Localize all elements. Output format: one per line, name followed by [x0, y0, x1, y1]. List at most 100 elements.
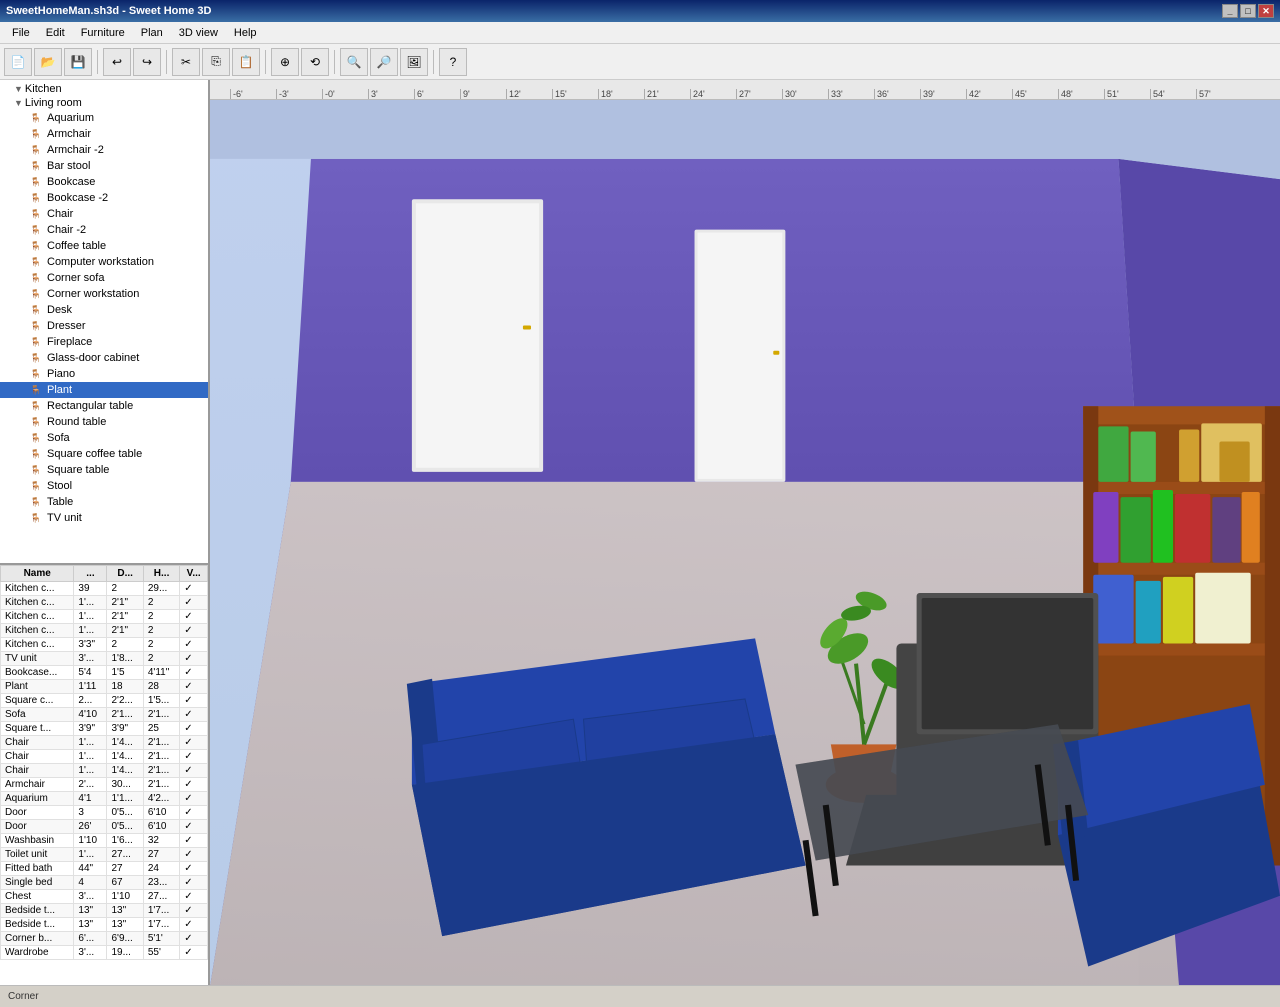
- table-row[interactable]: Square c...2...2'2...1'5...✓: [1, 694, 208, 708]
- table-row[interactable]: Kitchen c...3'3"22✓: [1, 638, 208, 652]
- menu-edit[interactable]: Edit: [38, 25, 73, 41]
- table-cell: Armchair: [1, 778, 74, 792]
- table-row[interactable]: Chair1'...1'4...2'1...✓: [1, 750, 208, 764]
- toolbar-button-8[interactable]: ⎘: [202, 48, 230, 76]
- table-row[interactable]: Plant1'111828✓: [1, 680, 208, 694]
- table-row[interactable]: Kitchen c...1'...2'1"2✓: [1, 610, 208, 624]
- table-cell: 39: [74, 582, 107, 596]
- toolbar-button-9[interactable]: 📋: [232, 48, 260, 76]
- close-button[interactable]: ✕: [1258, 4, 1274, 18]
- table-row[interactable]: Sofa4'102'1...2'1...✓: [1, 708, 208, 722]
- tree-item-chair-2[interactable]: 🪑Chair -2: [0, 222, 208, 238]
- ruler-mark: 45': [1012, 89, 1058, 99]
- tree-item-piano[interactable]: 🪑Piano: [0, 366, 208, 382]
- table-cell: 1'7...: [143, 918, 179, 932]
- tree-item-dresser[interactable]: 🪑Dresser: [0, 318, 208, 334]
- tree-item-table[interactable]: 🪑Table: [0, 494, 208, 510]
- table-cell: Chest: [1, 890, 74, 904]
- tree-item-chair[interactable]: 🪑Chair: [0, 206, 208, 222]
- table-cell: 1'...: [74, 596, 107, 610]
- table-row[interactable]: Door26'0'5...6'10✓: [1, 820, 208, 834]
- table-row[interactable]: Kitchen c...39229...✓: [1, 582, 208, 596]
- tree-item-coffee-table[interactable]: 🪑Coffee table: [0, 238, 208, 254]
- table-cell: Single bed: [1, 876, 74, 890]
- tree-item-square-coffee-table[interactable]: 🪑Square coffee table: [0, 446, 208, 462]
- tree-item-rectangular-table[interactable]: 🪑Rectangular table: [0, 398, 208, 414]
- table-row[interactable]: Chair1'...1'4...2'1...✓: [1, 736, 208, 750]
- table-row[interactable]: Corner b...6'...6'9...5'1'✓: [1, 932, 208, 946]
- table-cell: 1'6...: [107, 834, 143, 848]
- tree-item-computer-workstation[interactable]: 🪑Computer workstation: [0, 254, 208, 270]
- tree-item-icon-corner-workstation: 🪑: [28, 287, 44, 301]
- tree-item-corner-sofa[interactable]: 🪑Corner sofa: [0, 270, 208, 286]
- tree-view[interactable]: ▼Kitchen▼Living room🪑Aquarium🪑Armchair🪑A…: [0, 80, 208, 565]
- tree-item-glass-door-cabinet[interactable]: 🪑Glass-door cabinet: [0, 350, 208, 366]
- table-cell: 2'1": [107, 596, 143, 610]
- toolbar-button-0[interactable]: 📄: [4, 48, 32, 76]
- tree-item-bar-stool[interactable]: 🪑Bar stool: [0, 158, 208, 174]
- tree-item-kitchen[interactable]: ▼Kitchen: [0, 82, 208, 96]
- table-row[interactable]: Kitchen c...1'...2'1"2✓: [1, 624, 208, 638]
- tree-item-armchair[interactable]: 🪑Armchair: [0, 126, 208, 142]
- table-row[interactable]: TV unit3'...1'8...2✓: [1, 652, 208, 666]
- table-cell: 3'...: [74, 890, 107, 904]
- tree-item-bookcase[interactable]: 🪑Bookcase: [0, 174, 208, 190]
- tree-item-label-piano: Piano: [47, 368, 75, 380]
- tree-item-label-chair-2: Chair -2: [47, 224, 86, 236]
- toolbar-button-7[interactable]: ✂: [172, 48, 200, 76]
- tree-item-desk[interactable]: 🪑Desk: [0, 302, 208, 318]
- table-row[interactable]: Bedside t...13"13"1'7...✓: [1, 918, 208, 932]
- tree-item-stool[interactable]: 🪑Stool: [0, 478, 208, 494]
- tree-item-plant[interactable]: 🪑Plant: [0, 382, 208, 398]
- table-cell: Door: [1, 820, 74, 834]
- canvas-3d[interactable]: [210, 100, 1280, 985]
- tree-item-icon-armchair: 🪑: [28, 127, 44, 141]
- tree-item-armchair-2[interactable]: 🪑Armchair -2: [0, 142, 208, 158]
- table-row[interactable]: Toilet unit1'...27...27✓: [1, 848, 208, 862]
- table-row[interactable]: Door30'5...6'10✓: [1, 806, 208, 820]
- table-row[interactable]: Single bed46723...✓: [1, 876, 208, 890]
- tree-item-round-table[interactable]: 🪑Round table: [0, 414, 208, 430]
- table-row[interactable]: Chair1'...1'4...2'1...✓: [1, 764, 208, 778]
- toolbar-button-15[interactable]: 🔎: [370, 48, 398, 76]
- toolbar-button-14[interactable]: 🔍: [340, 48, 368, 76]
- table-row[interactable]: Fitted bath44"2724✓: [1, 862, 208, 876]
- table-row[interactable]: Kitchen c...1'...2'1"2✓: [1, 596, 208, 610]
- menu-help[interactable]: Help: [226, 25, 265, 41]
- table-row[interactable]: Aquarium4'11'1...4'2...✓: [1, 792, 208, 806]
- table-row[interactable]: Chest3'...1'1027...✓: [1, 890, 208, 904]
- table-row[interactable]: Wardrobe3'...19...55'✓: [1, 946, 208, 960]
- toolbar-button-16[interactable]: 🖼: [400, 48, 428, 76]
- table-row[interactable]: Square t...3'9"3'9"25✓: [1, 722, 208, 736]
- table-row[interactable]: Armchair2'...30...2'1...✓: [1, 778, 208, 792]
- toolbar-button-4[interactable]: ↩: [103, 48, 131, 76]
- minimize-button[interactable]: _: [1222, 4, 1238, 18]
- tree-item-aquarium[interactable]: 🪑Aquarium: [0, 110, 208, 126]
- tree-item-sofa[interactable]: 🪑Sofa: [0, 430, 208, 446]
- tree-item-label-armchair-2: Armchair -2: [47, 144, 104, 156]
- tree-item-tv-unit[interactable]: 🪑TV unit: [0, 510, 208, 526]
- tree-item-corner-workstation[interactable]: 🪑Corner workstation: [0, 286, 208, 302]
- toolbar-button-11[interactable]: ⊕: [271, 48, 299, 76]
- toolbar-button-18[interactable]: ?: [439, 48, 467, 76]
- toolbar-button-12[interactable]: ⟲: [301, 48, 329, 76]
- maximize-button[interactable]: □: [1240, 4, 1256, 18]
- properties-panel[interactable]: Name ... D... H... V... Kitchen c...3922…: [0, 565, 208, 985]
- tree-item-square-table[interactable]: 🪑Square table: [0, 462, 208, 478]
- table-row[interactable]: Bedside t...13"13"1'7...✓: [1, 904, 208, 918]
- tree-item-label-plant: Plant: [47, 384, 72, 396]
- toolbar-button-1[interactable]: 📂: [34, 48, 62, 76]
- menu-3d-view[interactable]: 3D view: [171, 25, 226, 41]
- menu-furniture[interactable]: Furniture: [73, 25, 133, 41]
- tree-item-bookcase-2[interactable]: 🪑Bookcase -2: [0, 190, 208, 206]
- toolbar-button-5[interactable]: ↪: [133, 48, 161, 76]
- table-cell: 2: [143, 610, 179, 624]
- table-row[interactable]: Bookcase...5'41'54'11"✓: [1, 666, 208, 680]
- toolbar-button-2[interactable]: 💾: [64, 48, 92, 76]
- table-cell: 0'5...: [107, 806, 143, 820]
- table-row[interactable]: Washbasin1'101'6...32✓: [1, 834, 208, 848]
- tree-item-livingroom[interactable]: ▼Living room: [0, 96, 208, 110]
- menu-file[interactable]: File: [4, 25, 38, 41]
- tree-item-fireplace[interactable]: 🪑Fireplace: [0, 334, 208, 350]
- menu-plan[interactable]: Plan: [133, 25, 171, 41]
